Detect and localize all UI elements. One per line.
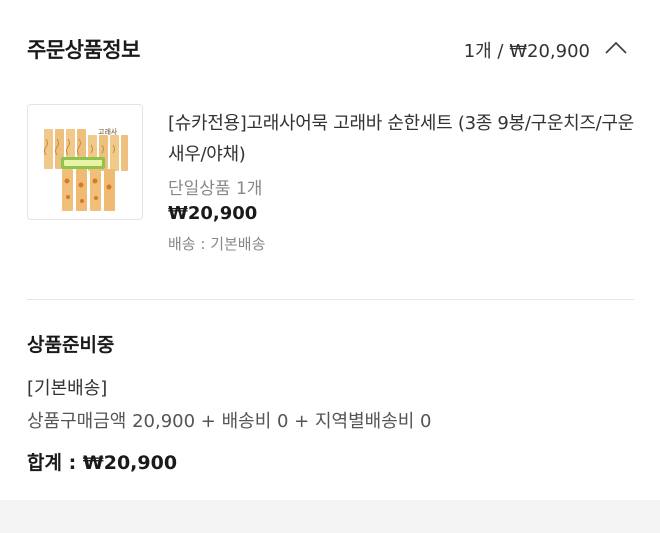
- delivery-status: 상품준비중: [27, 334, 115, 356]
- shipping-type: [기본배송]: [27, 378, 108, 399]
- chevron-up-icon[interactable]: [604, 38, 628, 58]
- product-price: ₩20,900: [168, 203, 258, 224]
- divider: [27, 299, 634, 300]
- product-option: 단일상품 1개: [168, 179, 263, 199]
- product-item: 고래사 [슈카전용]고래사어묵 고래바 순한세트 (3종 9봉/구운치즈/구운새…: [27, 104, 634, 274]
- fishcake-product-icon: 고래사: [44, 127, 130, 211]
- order-product-card: 주문상품정보 1개 / ₩20,900 고래사 [슈카전용]고래사어묵 고래바 …: [0, 0, 660, 500]
- price-breakdown: 상품구매금액 20,900 + 배송비 0 + 지역별배송비 0: [27, 411, 432, 432]
- section-title: 주문상품정보: [27, 38, 140, 62]
- order-summary: 1개 / ₩20,900: [463, 41, 590, 62]
- order-total: 합계 : ₩20,900: [27, 452, 178, 474]
- product-info: [슈카전용]고래사어묵 고래바 순한세트 (3종 9봉/구운치즈/구운새우/야채…: [168, 108, 634, 254]
- product-thumbnail[interactable]: 고래사: [27, 104, 143, 220]
- order-product-header[interactable]: 주문상품정보 1개 / ₩20,900: [27, 30, 630, 70]
- product-shipping: 배송 : 기본배송: [168, 235, 266, 253]
- product-name[interactable]: [슈카전용]고래사어묵 고래바 순한세트 (3종 9봉/구운치즈/구운새우/야채…: [168, 108, 634, 170]
- svg-text:고래사: 고래사: [98, 127, 118, 136]
